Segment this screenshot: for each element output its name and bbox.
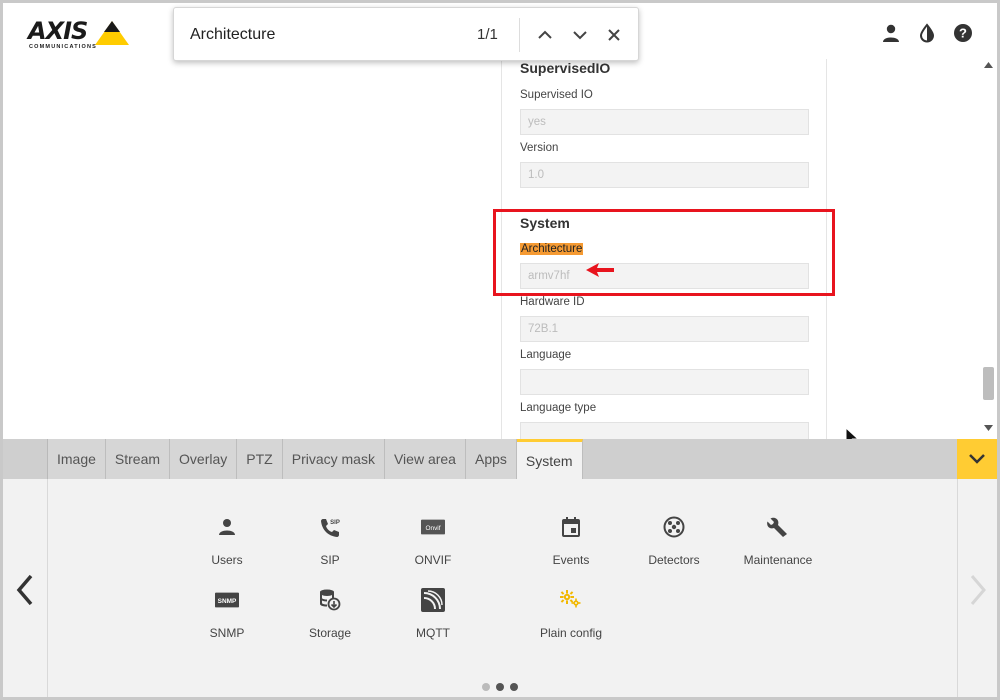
tab-system[interactable]: System bbox=[516, 439, 583, 479]
app-label-snmp: SNMP bbox=[209, 626, 245, 640]
tabs-spacer bbox=[3, 439, 48, 479]
axis-logo[interactable]: AXIS COMMUNICATIONS bbox=[28, 17, 129, 54]
sip-icon-text: SIP bbox=[330, 520, 340, 526]
chevron-up-icon bbox=[538, 30, 552, 39]
logo-triangle-icon bbox=[95, 21, 129, 45]
help-icon[interactable]: ? bbox=[953, 23, 973, 43]
tabs-bar: Image Stream Overlay PTZ Privacy mask Vi… bbox=[3, 439, 997, 479]
tab-image[interactable]: Image bbox=[48, 439, 106, 479]
app-window: AXIS COMMUNICATIONS ? SupervisedIO Super… bbox=[0, 0, 1000, 700]
wrench-icon bbox=[766, 515, 790, 539]
app-label-sip: SIP bbox=[320, 553, 340, 567]
app-maintenance[interactable]: Maintenance bbox=[728, 515, 828, 575]
field-version: 1.0 bbox=[520, 162, 809, 188]
collapse-panel-button[interactable] bbox=[957, 439, 997, 479]
app-label-maintenance: Maintenance bbox=[743, 553, 813, 567]
tab-list: Image Stream Overlay PTZ Privacy mask Vi… bbox=[48, 439, 583, 479]
app-label-storage: Storage bbox=[308, 626, 352, 640]
app-label-users: Users bbox=[211, 553, 243, 567]
app-label-detectors: Detectors bbox=[648, 553, 700, 567]
find-match-count: 1/1 bbox=[477, 26, 498, 43]
app-storage[interactable]: Storage bbox=[280, 588, 380, 648]
app-events[interactable]: Events bbox=[521, 515, 621, 575]
annotation-red-box bbox=[493, 209, 835, 296]
user-account-icon[interactable] bbox=[881, 23, 901, 43]
onvif-icon: Onvif bbox=[421, 515, 445, 539]
app-label-mqtt: MQTT bbox=[416, 626, 450, 640]
contrast-icon[interactable] bbox=[917, 23, 937, 43]
close-icon bbox=[608, 29, 620, 41]
pagination-dots bbox=[482, 683, 518, 691]
app-onvif[interactable]: Onvif ONVIF bbox=[383, 515, 483, 575]
storage-icon bbox=[318, 588, 342, 612]
chevron-down-icon bbox=[573, 31, 587, 40]
snmp-icon-text: SNMP bbox=[218, 598, 237, 605]
find-close-button[interactable] bbox=[602, 23, 626, 47]
mqtt-icon bbox=[421, 588, 445, 612]
vertical-scrollbar[interactable] bbox=[979, 59, 997, 439]
app-snmp[interactable]: SNMP SNMP bbox=[177, 588, 277, 648]
app-users[interactable]: Users bbox=[177, 515, 277, 575]
system-apps-grid: Users SIP SIP Onvif ONVIF Events Detecto… bbox=[3, 479, 997, 697]
tab-stream[interactable]: Stream bbox=[105, 439, 171, 479]
field-language bbox=[520, 369, 809, 395]
field-label-supervised-io: Supervised IO bbox=[520, 89, 593, 101]
tab-privacy-mask[interactable]: Privacy mask bbox=[282, 439, 385, 479]
phone-sip-icon: SIP bbox=[318, 515, 342, 539]
page-dot-2[interactable] bbox=[496, 683, 504, 691]
find-next-button[interactable] bbox=[568, 23, 592, 47]
scroll-down-icon[interactable] bbox=[984, 425, 993, 431]
next-page-button[interactable] bbox=[957, 479, 997, 697]
field-supervised-io: yes bbox=[520, 109, 809, 135]
field-value-supervised-io: yes bbox=[528, 116, 546, 128]
logo-wordmark: AXIS bbox=[28, 17, 88, 45]
tab-apps[interactable]: Apps bbox=[465, 439, 517, 479]
onvif-icon-text: Onvif bbox=[425, 525, 440, 532]
calendar-icon bbox=[559, 515, 583, 539]
tab-overlay[interactable]: Overlay bbox=[170, 439, 238, 479]
find-divider bbox=[519, 18, 520, 52]
app-label-plain-config: Plain config bbox=[539, 626, 603, 640]
find-previous-button[interactable] bbox=[533, 23, 557, 47]
user-icon bbox=[215, 515, 239, 539]
logo-tagline: COMMUNICATIONS bbox=[29, 44, 98, 50]
page-dot-3[interactable] bbox=[510, 683, 518, 691]
chevron-down-icon bbox=[969, 454, 985, 464]
field-hardware-id: 72B.1 bbox=[520, 316, 809, 342]
tab-view-area[interactable]: View area bbox=[384, 439, 466, 479]
field-label-language-type: Language type bbox=[520, 402, 597, 414]
snmp-icon: SNMP bbox=[215, 588, 239, 612]
content-area: SupervisedIO Supervised IO yes Version 1… bbox=[3, 59, 997, 439]
scroll-up-icon[interactable] bbox=[984, 62, 993, 68]
app-sip[interactable]: SIP SIP bbox=[280, 515, 380, 575]
plain-config-icon bbox=[559, 588, 583, 612]
chevron-right-icon bbox=[970, 574, 986, 605]
top-icons: ? bbox=[881, 23, 973, 43]
previous-page-button[interactable] bbox=[3, 479, 48, 697]
section-title-supervisedio: SupervisedIO bbox=[520, 60, 611, 76]
mouse-cursor-icon bbox=[845, 427, 859, 439]
find-bar: 1/1 bbox=[173, 7, 639, 61]
annotation-arrow-icon bbox=[586, 263, 614, 277]
svg-text:?: ? bbox=[959, 26, 967, 41]
chevron-left-icon bbox=[16, 574, 33, 605]
detector-icon bbox=[662, 515, 686, 539]
field-label-hardware-id: Hardware ID bbox=[520, 296, 585, 308]
field-value-version: 1.0 bbox=[528, 169, 544, 181]
app-label-onvif: ONVIF bbox=[414, 553, 452, 567]
app-label-events: Events bbox=[552, 553, 590, 567]
scrollbar-thumb[interactable] bbox=[983, 367, 994, 400]
app-detectors[interactable]: Detectors bbox=[624, 515, 724, 575]
tab-ptz[interactable]: PTZ bbox=[237, 439, 283, 479]
field-label-language: Language bbox=[520, 349, 572, 361]
app-mqtt[interactable]: MQTT bbox=[383, 588, 483, 648]
field-value-hardware-id: 72B.1 bbox=[528, 323, 559, 335]
app-plain-config[interactable]: Plain config bbox=[521, 588, 621, 648]
field-label-version: Version bbox=[520, 142, 559, 154]
field-language-type bbox=[520, 422, 809, 439]
find-input[interactable] bbox=[190, 23, 460, 47]
page-dot-1[interactable] bbox=[482, 683, 490, 691]
